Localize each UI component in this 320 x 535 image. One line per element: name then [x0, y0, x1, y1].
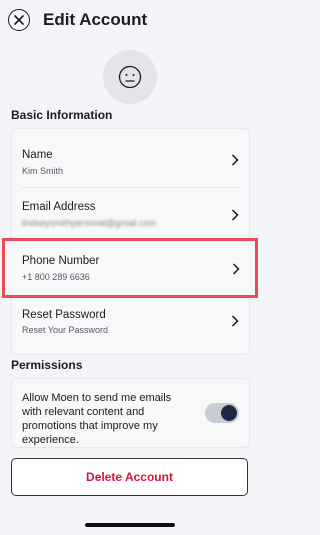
chevron-right-icon — [231, 315, 239, 327]
toggle-knob — [221, 405, 237, 421]
phone-row-highlight[interactable]: Phone Number +1 800 289 6636 — [2, 238, 258, 298]
section-title-basic-information: Basic Information — [11, 108, 113, 122]
section-title-permissions: Permissions — [11, 358, 83, 372]
email-opt-in-toggle[interactable] — [205, 403, 239, 423]
name-row[interactable]: Name Kim Smith — [12, 129, 249, 187]
chevron-right-icon — [231, 209, 239, 221]
home-indicator — [85, 523, 175, 527]
reset-password-row[interactable]: Reset Password Reset Your Password — [12, 297, 249, 355]
name-label: Name — [22, 149, 53, 161]
face-icon — [118, 65, 142, 89]
page-title: Edit Account — [43, 10, 148, 29]
close-button[interactable] — [8, 9, 30, 31]
email-row[interactable]: Email Address lindseysmithpersonal@gmail… — [12, 187, 249, 241]
email-value: lindseysmithpersonal@gmail.com — [22, 218, 157, 228]
close-icon — [14, 15, 24, 25]
phone-label: Phone Number — [22, 255, 100, 267]
email-label: Email Address — [22, 201, 96, 213]
chevron-right-icon — [231, 154, 239, 166]
reset-password-label: Reset Password — [22, 309, 106, 321]
phone-value: +1 800 289 6636 — [22, 272, 90, 282]
avatar[interactable] — [103, 50, 157, 104]
header: Edit Account — [0, 0, 260, 42]
name-value: Kim Smith — [22, 166, 64, 176]
delete-account-button[interactable]: Delete Account — [11, 458, 248, 496]
reset-password-value: Reset Your Password — [22, 325, 109, 335]
email-opt-in-text: Allow Moen to send me emails with releva… — [22, 392, 172, 446]
permissions-card: Allow Moen to send me emails with releva… — [11, 378, 250, 448]
chevron-right-icon — [232, 263, 240, 275]
